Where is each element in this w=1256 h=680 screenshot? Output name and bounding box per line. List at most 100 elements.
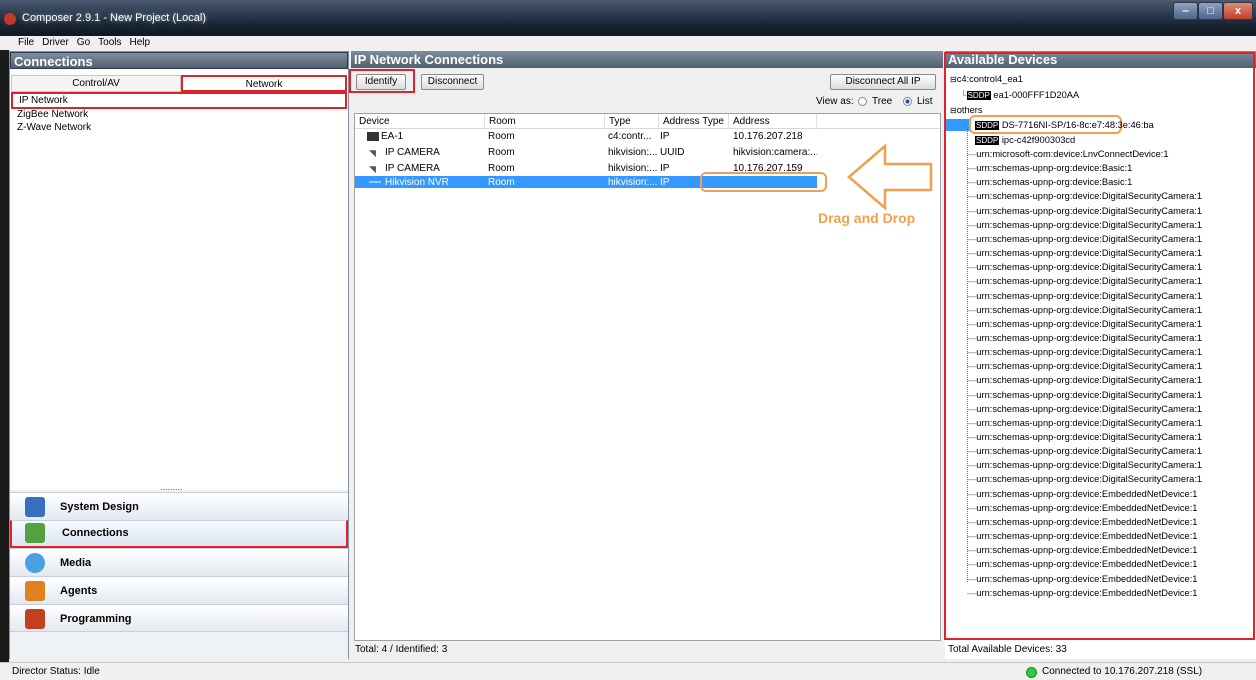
controller-icon [367, 132, 379, 141]
tree-item-urn[interactable]: —urn:schemas-upnp-org:device:DigitalSecu… [967, 346, 1202, 358]
nav-connections[interactable]: Connections [10, 520, 348, 548]
nav-programming[interactable]: Programming [10, 604, 348, 632]
tree-item-label: urn:schemas-upnp-org:device:DigitalSecur… [976, 347, 1203, 358]
network-item-ip[interactable]: IP Network [11, 92, 347, 109]
tree-item-urn[interactable]: —urn:schemas-upnp-org:device:DigitalSecu… [967, 247, 1202, 259]
tree-connector: — [967, 559, 977, 570]
tree-connector: — [967, 403, 977, 414]
row-device[interactable]: Hikvision NVR [385, 177, 449, 188]
close-button[interactable]: x [1223, 2, 1253, 20]
tree-item-urn[interactable]: —urn:schemas-upnp-org:device:Basic:1 [967, 162, 1132, 174]
tree-item-urn[interactable]: —urn:schemas-upnp-org:device:DigitalSecu… [967, 205, 1202, 217]
tree-item-urn[interactable]: —urn:schemas-upnp-org:device:DigitalSecu… [967, 403, 1202, 415]
column-device[interactable]: Device [355, 114, 485, 129]
disconnect-all-ip-button[interactable]: Disconnect All IP [830, 74, 936, 90]
tree-item-urn[interactable]: —urn:schemas-upnp-org:device:EmbeddedNet… [967, 516, 1197, 528]
disconnect-button[interactable]: Disconnect [421, 74, 484, 90]
connection-status: Connected to 10.176.207.218 (SSL) [1042, 666, 1203, 677]
tree-item-urn[interactable]: —urn:schemas-upnp-org:device:EmbeddedNet… [967, 573, 1197, 585]
tree-item-urn[interactable]: —urn:schemas-upnp-org:device:DigitalSecu… [967, 233, 1202, 245]
tree-connector: — [967, 219, 977, 230]
menu-driver[interactable]: Driver [42, 36, 69, 50]
view-tree-radio[interactable] [858, 97, 867, 106]
tree-item-label: urn:schemas-upnp-org:device:DigitalSecur… [976, 219, 1203, 230]
column-address[interactable]: Address [729, 114, 817, 129]
column-address-type[interactable]: Address Type [659, 114, 729, 129]
tree-connector: — [967, 375, 977, 386]
tree-item-label: urn:schemas-upnp-org:device:DigitalSecur… [976, 262, 1203, 273]
tree-item-label: urn:schemas-upnp-org:device:DigitalSecur… [976, 290, 1203, 301]
tree-item-label: urn:schemas-upnp-org:device:DigitalSecur… [976, 205, 1203, 216]
tree-item-label: urn:schemas-upnp-org:device:DigitalSecur… [976, 191, 1203, 202]
tree-item-urn[interactable]: —urn:schemas-upnp-org:device:EmbeddedNet… [967, 530, 1197, 542]
row-device[interactable]: EA-1 [381, 131, 403, 142]
tree-item-urn[interactable]: —urn:schemas-upnp-org:device:DigitalSecu… [967, 459, 1202, 471]
tree-item-urn[interactable]: —urn:schemas-upnp-org:device:EmbeddedNet… [967, 488, 1197, 500]
column-type[interactable]: Type [605, 114, 659, 129]
tree-item-urn[interactable]: —urn:schemas-upnp-org:device:DigitalSecu… [967, 304, 1202, 316]
menu-file[interactable]: File [18, 36, 34, 50]
tree-item-label: urn:schemas-upnp-org:device:DigitalSecur… [976, 417, 1203, 428]
tree-item-urn[interactable]: —urn:schemas-upnp-org:device:DigitalSecu… [967, 332, 1202, 344]
maximize-button[interactable]: □ [1198, 2, 1223, 20]
tree-item-urn[interactable]: —urn:schemas-upnp-org:device:DigitalSecu… [967, 261, 1202, 273]
tree-connector: — [967, 332, 977, 343]
tree-item-label: urn:schemas-upnp-org:device:EmbeddedNetD… [976, 587, 1198, 598]
tree-item-label: urn:schemas-upnp-org:device:DigitalSecur… [976, 248, 1203, 259]
tree-item-label: urn:schemas-upnp-org:device:DigitalSecur… [976, 318, 1203, 329]
tree-item-urn[interactable]: —urn:schemas-upnp-org:device:DigitalSecu… [967, 275, 1202, 287]
row-device[interactable]: IP CAMERA [385, 163, 440, 174]
tree-item-urn[interactable]: —urn:schemas-upnp-org:device:DigitalSecu… [967, 219, 1202, 231]
row-device[interactable]: IP CAMERA [385, 147, 440, 158]
tree-item-urn[interactable]: —urn:schemas-upnp-org:device:DigitalSecu… [967, 360, 1202, 372]
row-room: Room [488, 147, 515, 158]
tree-item-urn[interactable]: —urn:schemas-upnp-org:device:DigitalSecu… [967, 374, 1202, 386]
minimize-button[interactable]: ‒ [1173, 2, 1198, 20]
tree-item-label: urn:schemas-upnp-org:device:EmbeddedNetD… [976, 502, 1198, 513]
tree-item-urn[interactable]: —urn:schemas-upnp-org:device:DigitalSecu… [967, 190, 1202, 202]
menu-tools[interactable]: Tools [98, 36, 121, 50]
tree-item-label: urn:schemas-upnp-org:device:DigitalSecur… [976, 474, 1203, 485]
tree-item-urn[interactable]: —urn:schemas-upnp-org:device:EmbeddedNet… [967, 558, 1197, 570]
tree-item-urn[interactable]: —urn:schemas-upnp-org:device:DigitalSecu… [967, 473, 1202, 485]
nav-media[interactable]: Media [10, 548, 348, 576]
tree-group-c4[interactable]: ⊟c4:control4_ea1 [950, 73, 1023, 85]
tree-item-urn[interactable]: —urn:schemas-upnp-org:device:Basic:1 [967, 176, 1132, 188]
tree-item-ipc[interactable]: SDDP ipc-c42f900303cd [975, 134, 1075, 146]
row-address: hikvision:camera:... [733, 147, 817, 158]
tree-connector: — [967, 573, 977, 584]
tab-network[interactable]: Network [181, 75, 347, 92]
menu-help[interactable]: Help [130, 36, 151, 50]
tree-item-urn[interactable]: —urn:schemas-upnp-org:device:DigitalSecu… [967, 290, 1202, 302]
tree-item-urn[interactable]: —urn:schemas-upnp-org:device:DigitalSecu… [967, 445, 1202, 457]
view-list-radio[interactable] [903, 97, 912, 106]
tree-item-urn[interactable]: —urn:schemas-upnp-org:device:DigitalSecu… [967, 431, 1202, 443]
tree-connector: — [967, 304, 977, 315]
tree-item-ea1[interactable]: └SDDP ea1-000FFF1D20AA [960, 89, 1079, 101]
tree-item-label: urn:schemas-upnp-org:device:DigitalSecur… [976, 375, 1203, 386]
tree-connector: — [967, 149, 977, 159]
identify-button[interactable]: Identify [356, 74, 406, 90]
menu-go[interactable]: Go [77, 36, 90, 50]
tree-item-urn[interactable]: —urn:schemas-upnp-org:device:EmbeddedNet… [967, 587, 1197, 599]
network-item-zigbee[interactable]: ZigBee Network [11, 109, 88, 121]
tree-item-urn[interactable]: —urn:schemas-upnp-org:device:DigitalSecu… [967, 318, 1202, 330]
row-address-type: IP [660, 131, 670, 142]
network-item-zwave[interactable]: Z-Wave Network [11, 122, 91, 134]
tree-connector: — [967, 361, 977, 372]
tab-control-av[interactable]: Control/AV [11, 75, 181, 92]
tree-item-urn[interactable]: —urn:schemas-upnp-org:device:DigitalSecu… [967, 417, 1202, 429]
tree-item-nvr[interactable]: SDDP DS-7716NI-SP/16-8c:e7:48:3e:46:ba [975, 119, 1154, 131]
tree-item-urn[interactable]: —urn:microsoft-com:device:LnvConnectDevi… [967, 148, 1169, 160]
tree-item-urn[interactable]: —urn:schemas-upnp-org:device:EmbeddedNet… [967, 544, 1197, 556]
tree-connector: — [967, 446, 977, 457]
nav-system-design[interactable]: System Design [10, 492, 348, 520]
tree-connector: — [967, 516, 977, 527]
nav-agents[interactable]: Agents [10, 576, 348, 604]
row-type: hikvision:... [608, 147, 658, 158]
menu-bar: File Driver Go Tools Help [0, 36, 1256, 50]
tree-item-urn[interactable]: —urn:schemas-upnp-org:device:EmbeddedNet… [967, 502, 1197, 514]
camera-icon: ◥ [369, 148, 376, 158]
tree-item-urn[interactable]: —urn:schemas-upnp-org:device:DigitalSecu… [967, 389, 1202, 401]
column-room[interactable]: Room [485, 114, 605, 129]
